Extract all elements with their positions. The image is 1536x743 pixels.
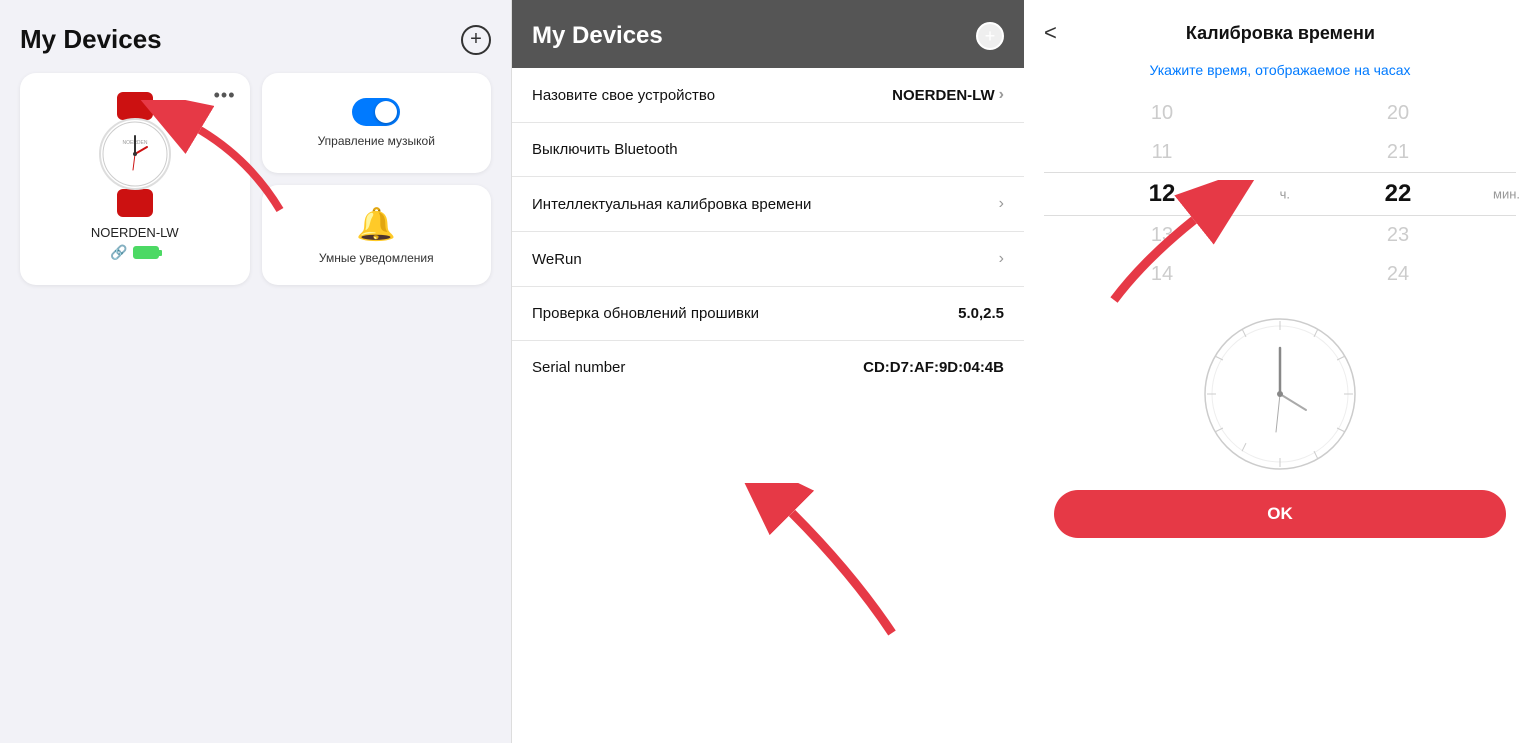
minutes-column[interactable]: 20 21 22 мин. 23 24 — [1280, 94, 1516, 294]
chevron-icon-3: › — [999, 250, 1004, 268]
settings-item-bluetooth[interactable]: Выключить Bluetooth — [512, 123, 1024, 177]
notifications-label: Умные уведомления — [319, 251, 434, 265]
time-calibration-label: Интеллектуальная калибровка времени — [532, 196, 811, 213]
bell-icon: 🔔 — [356, 205, 396, 243]
minute-20[interactable]: 20 — [1280, 94, 1516, 133]
firmware-value: 5.0,2.5 — [958, 305, 1004, 322]
panel-time-calibration: < Калибровка времени Укажите время, отоб… — [1024, 0, 1536, 743]
hours-column[interactable]: 10 11 12 ч. 13 14 — [1044, 94, 1280, 294]
settings-item-serial: Serial number CD:D7:AF:9D:04:4B — [512, 341, 1024, 394]
chevron-icon-2: › — [999, 195, 1004, 213]
hour-11[interactable]: 11 — [1044, 133, 1280, 172]
werun-label: WeRun — [532, 251, 582, 268]
analog-clock — [1024, 314, 1536, 474]
music-toggle[interactable] — [352, 98, 400, 126]
battery-icon — [133, 246, 159, 259]
panel1-header: My Devices + — [20, 24, 491, 55]
settings-item-device-name[interactable]: Назовите свое устройство NOERDEN-LW › — [512, 68, 1024, 123]
notifications-card[interactable]: 🔔 Умные уведомления — [262, 185, 492, 285]
time-picker[interactable]: 10 11 12 ч. 13 14 20 21 22 мин. 23 24 — [1044, 94, 1516, 294]
music-control-card[interactable]: Управление музыкой — [262, 73, 492, 173]
panel3-header: < Калибровка времени — [1024, 0, 1536, 56]
settings-item-werun[interactable]: WeRun › — [512, 232, 1024, 287]
more-options-icon[interactable]: ••• — [214, 85, 236, 106]
watch-svg: NOERDEN — [85, 92, 185, 217]
panel-settings: My Devices + Назовите свое устройство NO… — [512, 0, 1024, 743]
device-card-noerden[interactable]: ••• NOERDEN — [20, 73, 250, 285]
watch-image: NOERDEN — [80, 89, 190, 219]
settings-item-firmware[interactable]: Проверка обновлений прошивки 5.0,2.5 — [512, 287, 1024, 341]
firmware-label: Проверка обновлений прошивки — [532, 305, 759, 322]
clock-svg — [1200, 314, 1360, 474]
panel2-header: My Devices + — [512, 0, 1024, 68]
hour-12-selected[interactable]: 12 ч. — [1044, 172, 1280, 216]
devices-grid: ••• NOERDEN — [20, 73, 491, 285]
minute-22-selected[interactable]: 22 мин. — [1280, 172, 1516, 216]
music-label: Управление музыкой — [318, 134, 435, 148]
minute-24[interactable]: 24 — [1280, 255, 1516, 294]
hour-10[interactable]: 10 — [1044, 94, 1280, 133]
panel3-subtitle: Укажите время, отображаемое на часах — [1024, 56, 1536, 94]
device-status: 🔗 — [110, 244, 159, 261]
bluetooth-label: Выключить Bluetooth — [532, 141, 678, 158]
link-icon: 🔗 — [110, 244, 127, 261]
panel2-add-button[interactable]: + — [976, 22, 1004, 50]
minute-21[interactable]: 21 — [1280, 133, 1516, 172]
device-name-label: NOERDEN-LW — [91, 225, 179, 240]
serial-label: Serial number — [532, 359, 625, 376]
panel2-header-row: My Devices + — [532, 22, 1004, 50]
back-button[interactable]: < — [1044, 20, 1057, 46]
panel3-title: Калибровка времени — [1067, 23, 1494, 44]
panel2-title: My Devices — [532, 22, 663, 50]
panel1-title: My Devices — [20, 24, 162, 55]
add-device-button[interactable]: + — [461, 25, 491, 55]
minute-23[interactable]: 23 — [1280, 216, 1516, 255]
device-name-setting-value: NOERDEN-LW › — [892, 86, 1004, 104]
settings-list: Назовите свое устройство NOERDEN-LW › Вы… — [512, 68, 1024, 743]
ok-button[interactable]: OK — [1054, 490, 1506, 538]
settings-item-time-calibration[interactable]: Интеллектуальная калибровка времени › — [512, 177, 1024, 232]
panel-devices: My Devices + ••• NOERDEN — [0, 0, 512, 743]
feature-cards: Управление музыкой 🔔 Умные уведомления — [262, 73, 492, 285]
serial-value: CD:D7:AF:9D:04:4B — [863, 359, 1004, 376]
chevron-icon-0: › — [999, 86, 1004, 104]
device-name-setting-label: Назовите свое устройство — [532, 87, 715, 104]
hour-14[interactable]: 14 — [1044, 255, 1280, 294]
hour-13[interactable]: 13 — [1044, 216, 1280, 255]
